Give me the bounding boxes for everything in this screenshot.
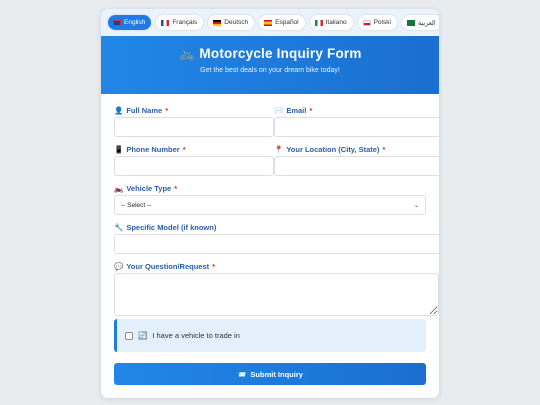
- email-label-text: Email: [286, 106, 307, 115]
- lang-label: Polski: [373, 19, 391, 26]
- location-label-text: Your Location (City, State): [286, 145, 380, 154]
- lang-arabic-button[interactable]: العربية: [401, 15, 439, 30]
- email-input[interactable]: [274, 117, 439, 137]
- location-label: 📍 Your Location (City, State) *: [274, 145, 385, 154]
- lang-label: Deutsch: [224, 19, 249, 26]
- required-marker: *: [309, 106, 313, 115]
- person-icon: 👤: [114, 106, 124, 115]
- required-marker: *: [165, 106, 169, 115]
- lang-italian-button[interactable]: Italiano: [309, 15, 353, 30]
- inquiry-card: English Français Deutsch Español Italian…: [101, 9, 439, 398]
- question-label-text: Your Question/Request: [126, 262, 210, 271]
- lang-english-button[interactable]: English: [108, 15, 152, 30]
- model-label: 🔧 Specific Model (if known): [114, 223, 216, 232]
- phone-icon: 📱: [114, 145, 124, 154]
- chevron-down-icon: ⌄: [413, 202, 419, 209]
- fr-flag-icon: [161, 19, 170, 26]
- vehicle-type-selected: -- Select --: [121, 201, 152, 209]
- repeat-icon: 🔄: [138, 331, 148, 340]
- title-text: Motorcycle Inquiry Form: [199, 46, 362, 61]
- trade-in-label[interactable]: I have a vehicle to trade in: [152, 331, 240, 340]
- bicycle-icon: 🚲: [178, 46, 196, 61]
- page-title: 🚲 Motorcycle Inquiry Form: [101, 46, 439, 62]
- phone-label: 📱 Phone Number *: [114, 145, 186, 154]
- lang-label: Español: [275, 19, 299, 26]
- model-input[interactable]: [114, 234, 439, 254]
- required-marker: *: [182, 145, 186, 154]
- phone-label-text: Phone Number: [126, 145, 180, 154]
- lang-polish-button[interactable]: Polski: [357, 15, 397, 30]
- full-name-label: 👤 Full Name *: [114, 106, 168, 115]
- vehicle-type-label-text: Vehicle Type: [126, 184, 172, 193]
- vehicle-type-select[interactable]: -- Select -- ⌄: [114, 195, 426, 215]
- sa-flag-icon: [406, 19, 415, 26]
- send-icon: 📨: [237, 369, 247, 379]
- lang-spanish-button[interactable]: Español: [259, 15, 305, 30]
- trade-in-box: 🔄 I have a vehicle to trade in: [114, 319, 426, 352]
- form-header: 🚲 Motorcycle Inquiry Form Get the best d…: [101, 36, 439, 94]
- full-name-input[interactable]: [114, 117, 274, 137]
- phone-input[interactable]: [114, 156, 274, 176]
- lang-german-button[interactable]: Deutsch: [208, 15, 255, 30]
- required-marker: *: [174, 184, 178, 193]
- it-flag-icon: [314, 19, 323, 26]
- envelope-icon: ✉️: [274, 106, 284, 115]
- question-label: 💬 Your Question/Request *: [114, 262, 215, 271]
- speech-bubble-icon: 💬: [114, 262, 124, 271]
- lang-label: English: [124, 19, 146, 26]
- language-bar: English Français Deutsch Español Italian…: [101, 9, 439, 36]
- vehicle-type-label: 🏍️ Vehicle Type *: [114, 184, 177, 193]
- lang-label: Français: [172, 19, 198, 26]
- lang-label: العربية: [417, 19, 436, 27]
- motorcycle-icon: 🏍️: [114, 184, 124, 193]
- de-flag-icon: [213, 19, 222, 26]
- trade-in-checkbox[interactable]: [125, 331, 133, 340]
- page-subtitle: Get the best deals on your dream bike to…: [200, 67, 340, 74]
- es-flag-icon: [264, 19, 273, 26]
- submit-button[interactable]: 📨 Submit Inquiry: [114, 363, 426, 385]
- pin-icon: 📍: [274, 145, 284, 154]
- location-input[interactable]: [274, 156, 439, 176]
- full-name-label-text: Full Name: [126, 106, 163, 115]
- wrench-icon: 🔧: [114, 223, 124, 232]
- model-label-text: Specific Model (if known): [126, 223, 217, 232]
- pl-flag-icon: [362, 19, 371, 26]
- submit-label: Submit Inquiry: [250, 369, 303, 379]
- required-marker: *: [382, 145, 386, 154]
- lang-french-button[interactable]: Français: [156, 15, 204, 30]
- lang-label: Italiano: [325, 19, 347, 26]
- gb-flag-icon: [113, 19, 121, 26]
- email-label: ✉️ Email *: [274, 106, 312, 115]
- question-textarea[interactable]: [114, 273, 439, 316]
- required-marker: *: [212, 262, 216, 271]
